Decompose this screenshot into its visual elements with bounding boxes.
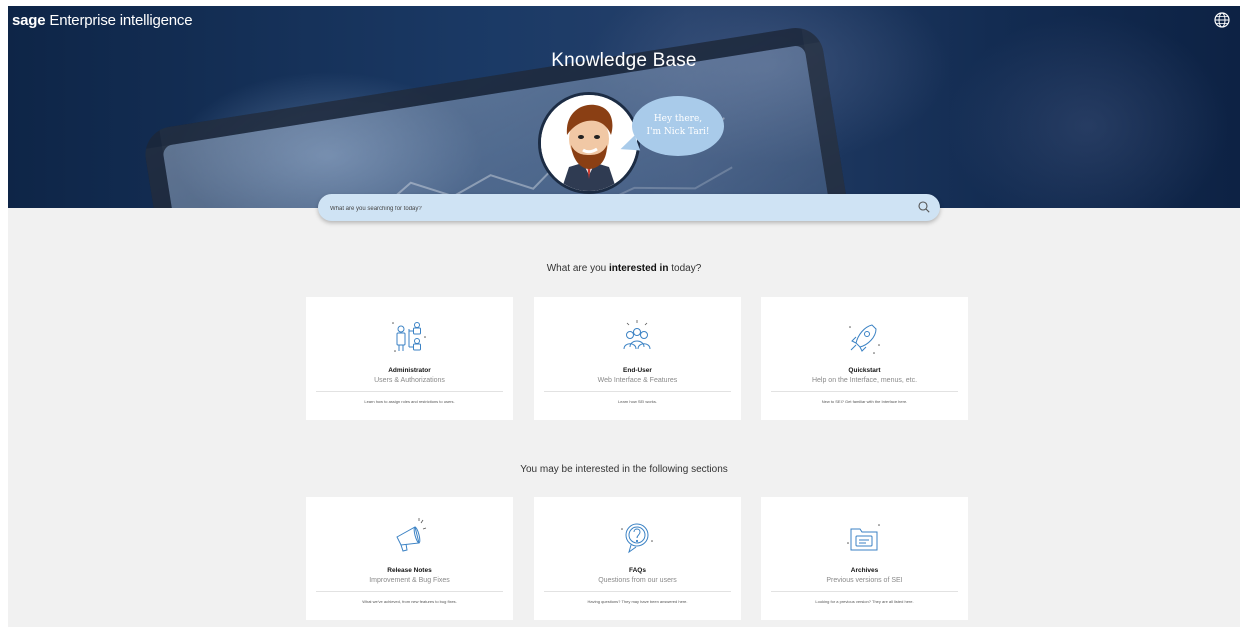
card-title: Archives <box>850 567 879 574</box>
card-description: What we've achieved, from new features t… <box>362 599 457 604</box>
card-end-user[interactable]: End-User Web Interface & Features Learn … <box>534 297 741 420</box>
page: sage Enterprise intelligence Knowledge Ba… <box>8 6 1240 627</box>
question-icon <box>621 523 653 554</box>
rocket-icon <box>849 324 880 354</box>
administrator-icon <box>392 322 426 352</box>
interest-heading-pre: What are you <box>546 263 609 274</box>
card-title: End-User <box>623 367 652 374</box>
card-divider <box>316 391 503 392</box>
page-title: Knowledge Base <box>551 50 697 71</box>
end-user-icon <box>623 320 651 350</box>
card-description: New to SEI? Get familiar with the Interf… <box>821 399 908 404</box>
card-subtitle: Users & Authorizations <box>374 377 445 384</box>
archive-folder-icon <box>847 524 880 551</box>
card-subtitle: Questions from our users <box>598 577 677 584</box>
card-subtitle: Improvement & Bug Fixes <box>369 577 450 584</box>
megaphone-icon <box>396 518 427 552</box>
card-title: Quickstart <box>848 367 881 374</box>
card-divider <box>544 391 731 392</box>
search-bar <box>318 194 940 221</box>
card-quickstart[interactable]: Quickstart Help on the Interface, menus,… <box>761 297 968 420</box>
card-archives[interactable]: Archives Previous versions of SEI Lookin… <box>761 497 968 620</box>
speech-bubble-line-1: Hey there, <box>653 114 703 124</box>
globe-icon[interactable] <box>1214 12 1230 28</box>
card-divider <box>771 391 958 392</box>
card-release-notes[interactable]: Release Notes Improvement & Bug Fixes Wh… <box>306 497 513 620</box>
card-description: Learn how SEI works. <box>618 399 657 404</box>
card-title: FAQs <box>629 567 646 574</box>
card-divider <box>316 591 503 592</box>
sections-heading: You may be interested in the following s… <box>520 464 728 475</box>
card-administrator[interactable]: Administrator Users & Authorizations Lea… <box>306 297 513 420</box>
search-input[interactable] <box>328 198 892 219</box>
card-subtitle: Help on the Interface, menus, etc. <box>811 377 918 384</box>
brand-logo[interactable]: sage Enterprise intelligence <box>12 12 193 29</box>
card-divider <box>771 591 958 592</box>
interest-heading-post: today? <box>668 263 702 274</box>
card-subtitle: Previous versions of SEI <box>826 577 903 584</box>
card-description: Learn how to assign roles and restrictio… <box>364 399 455 404</box>
card-description: Having questions? They may have been ans… <box>587 599 688 604</box>
brand-logo-sage: sage <box>12 12 46 29</box>
card-description: Looking for a previous version? They are… <box>815 599 914 604</box>
card-subtitle: Web Interface & Features <box>597 377 678 384</box>
speech-bubble: Hey there, I'm Nick Tari! <box>632 96 724 156</box>
interest-heading: What are you interested in today? <box>8 263 1240 274</box>
interest-heading-bold: interested in <box>608 263 669 274</box>
speech-bubble-line-2: I'm Nick Tari! <box>646 127 710 137</box>
card-divider <box>544 591 731 592</box>
card-title: Administrator <box>388 367 431 374</box>
card-faqs[interactable]: FAQs Questions from our users Having que… <box>534 497 741 620</box>
card-title: Release Notes <box>387 567 432 574</box>
search-icon[interactable] <box>918 201 930 213</box>
brand-logo-text: Enterprise intelligence <box>49 12 193 29</box>
hero-banner: sage Enterprise intelligence Knowledge Ba… <box>8 6 1240 208</box>
